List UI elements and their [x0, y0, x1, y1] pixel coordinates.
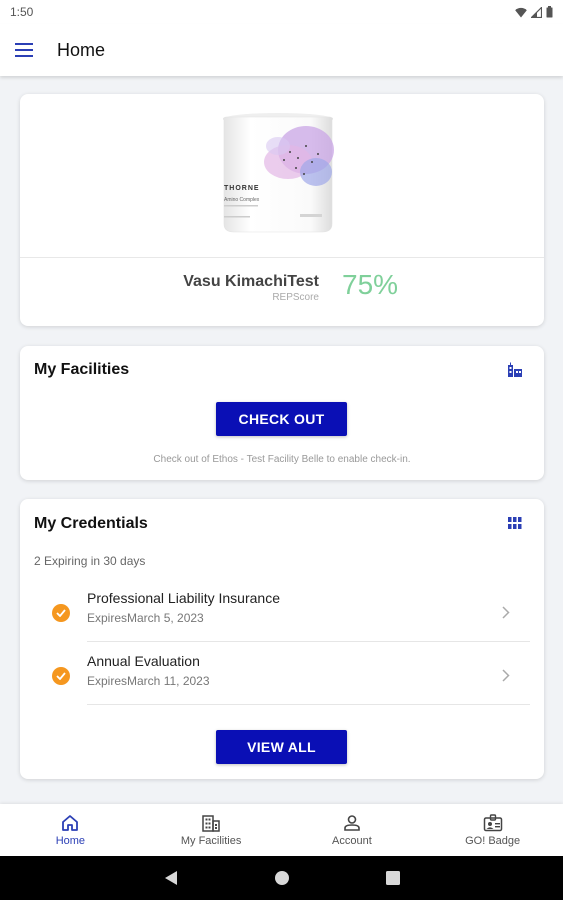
profile-score-label: REPScore	[272, 292, 319, 303]
credential-divider	[87, 641, 530, 642]
wifi-icon	[515, 7, 527, 17]
warning-check-icon	[52, 667, 70, 685]
battery-icon	[546, 6, 553, 18]
credential-expiry: ExpiresMarch 5, 2023	[87, 611, 204, 625]
home-icon	[62, 814, 79, 831]
credentials-title: My Credentials	[34, 515, 148, 532]
profile-divider	[20, 257, 544, 258]
chevron-right-icon	[502, 669, 510, 682]
nav-go-badge-label: GO! Badge	[465, 834, 521, 847]
chevron-right-icon	[502, 606, 510, 619]
nav-account-label: Account	[332, 834, 372, 847]
credential-item[interactable]: Annual Evaluation ExpiresMarch 11, 2023	[20, 645, 544, 705]
page-title: Home	[57, 39, 106, 60]
home-system-button[interactable]	[274, 870, 290, 886]
profile-card: THORNE Amino Complex Vasu KimachiTest RE…	[20, 94, 544, 326]
credential-divider	[87, 704, 530, 705]
app-bar: Home	[0, 24, 563, 76]
nav-account[interactable]: Account	[282, 804, 423, 856]
facilities-card: My Facilities CHECK OUT Check out of Eth…	[20, 346, 544, 480]
credential-item[interactable]: Professional Liability Insurance Expires…	[20, 582, 544, 642]
facility-building-icon	[508, 362, 522, 377]
credentials-grid-button[interactable]	[506, 514, 524, 532]
status-time: 1:50	[10, 5, 34, 19]
credentials-card: My Credentials 2 Expiring in 30 days Pro…	[20, 499, 544, 779]
expiring-count: 2 Expiring in 30 days	[34, 554, 146, 568]
nav-home[interactable]: Home	[0, 804, 141, 856]
badge-icon	[483, 813, 502, 831]
status-bar: 1:50	[0, 0, 563, 24]
recents-square-icon	[385, 871, 400, 885]
credential-name: Annual Evaluation	[87, 653, 200, 669]
nav-home-label: Home	[55, 834, 86, 847]
bottom-nav: Home My Facilities Account GO! Badge	[0, 804, 563, 856]
product-name-text: Amino Complex	[224, 197, 260, 203]
facilities-hint: Check out of Ethos - Test Facility Belle…	[153, 454, 411, 465]
credential-name: Professional Liability Insurance	[87, 590, 280, 606]
back-button[interactable]	[164, 870, 178, 886]
product-image: THORNE Amino Complex	[223, 113, 334, 233]
check-out-button[interactable]: CHECK OUT	[216, 402, 347, 436]
profile-name: Vasu KimachiTest	[183, 273, 319, 290]
facilities-icon[interactable]	[506, 361, 524, 379]
recents-button[interactable]	[385, 871, 400, 885]
account-icon	[344, 814, 360, 831]
grid-icon	[508, 517, 522, 529]
warning-check-icon	[52, 604, 70, 622]
signal-icon	[531, 6, 542, 18]
product-brand-text: THORNE	[224, 185, 260, 192]
credential-expiry: ExpiresMarch 11, 2023	[87, 674, 210, 688]
profile-score: 75%	[342, 269, 399, 300]
building-icon	[202, 814, 220, 832]
facilities-title: My Facilities	[34, 361, 130, 378]
view-all-button[interactable]: VIEW ALL	[216, 730, 347, 764]
nav-go-badge[interactable]: GO! Badge	[422, 804, 563, 856]
nav-my-facilities[interactable]: My Facilities	[141, 804, 282, 856]
system-nav-bar	[0, 856, 563, 900]
hamburger-menu-icon	[15, 43, 33, 57]
home-circle-icon	[274, 871, 289, 885]
status-icons	[515, 6, 553, 18]
back-triangle-icon	[164, 871, 177, 885]
menu-button[interactable]	[2, 28, 46, 72]
nav-my-facilities-label: My Facilities	[180, 834, 242, 847]
